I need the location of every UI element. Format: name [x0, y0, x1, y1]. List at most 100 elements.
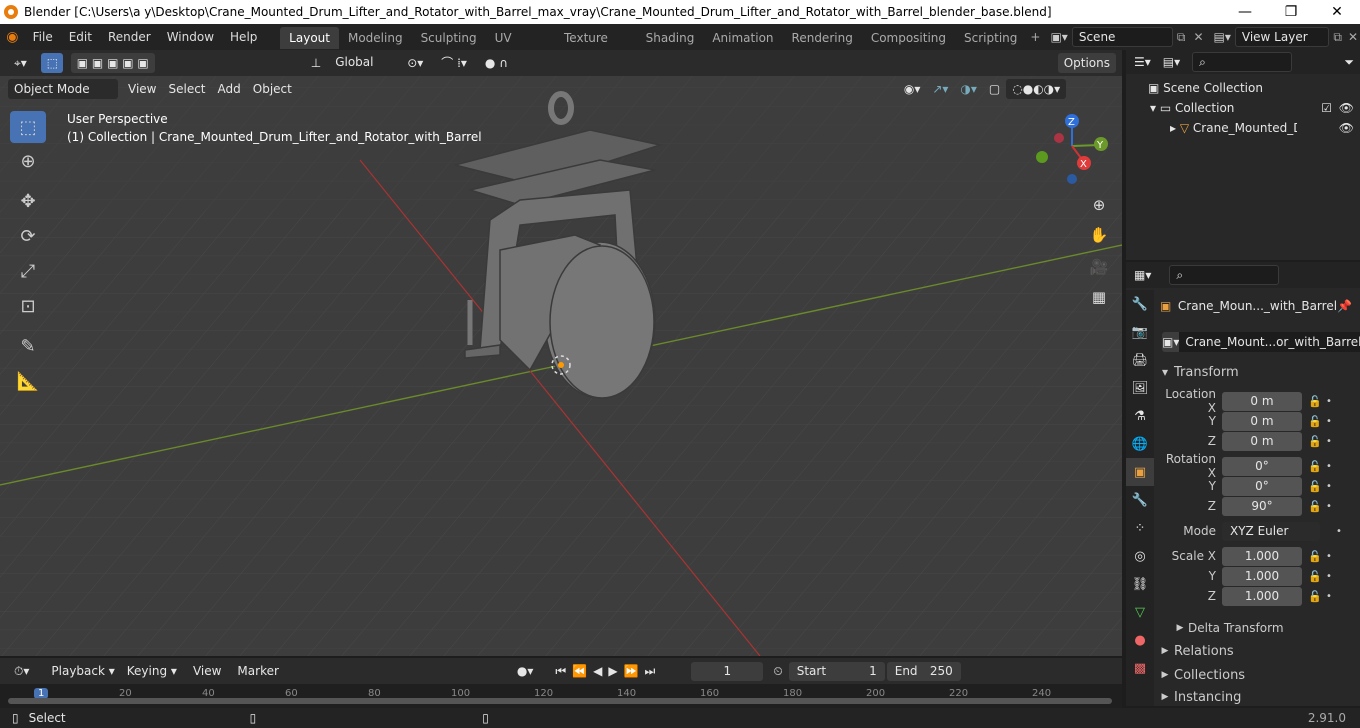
scene-field[interactable]: Scene — [1071, 27, 1173, 47]
transform-orientation-icon[interactable]: ⊥ — [304, 53, 328, 73]
options-dropdown[interactable]: Options — [1057, 53, 1116, 73]
keyframe-dot-icon[interactable]: • — [1324, 396, 1334, 407]
tool-tab-icon[interactable]: 🔧 — [1126, 290, 1154, 318]
minimize-button[interactable]: — — [1222, 4, 1268, 20]
constraints-tab-icon[interactable]: ⛓ — [1126, 570, 1154, 598]
shading-modes-icon[interactable]: ◌●◐◑▾ — [1006, 79, 1067, 99]
close-button[interactable]: ✕ — [1314, 4, 1360, 20]
selection-modes-icon[interactable]: ▣ ▣ ▣ ▣ ▣ — [70, 53, 155, 73]
location-x-field[interactable]: 0 m — [1222, 391, 1302, 411]
pan-hand-icon[interactable]: ✋ — [1086, 222, 1112, 248]
scale-z-field[interactable]: 1.000 — [1222, 586, 1302, 606]
display-mode-icon[interactable]: ▤▾ — [1163, 55, 1180, 69]
delete-view-layer-icon[interactable]: ✕ — [1346, 30, 1360, 44]
location-y-field[interactable]: 0 m — [1222, 411, 1302, 431]
pin-icon[interactable]: 📌 — [1337, 299, 1352, 313]
clock-icon[interactable]: ⏲ — [773, 664, 782, 679]
menu-edit[interactable]: Edit — [61, 24, 100, 50]
add-workspace-icon[interactable]: + — [1026, 30, 1044, 44]
tab-sculpting[interactable]: Sculpting — [412, 27, 486, 49]
modifier-tab-icon[interactable]: 🔧 — [1126, 486, 1154, 514]
scene-collection-row[interactable]: ▣ Scene Collection — [1148, 78, 1263, 98]
lock-icon[interactable]: 🔓 — [1306, 500, 1324, 513]
menu-window[interactable]: Window — [159, 24, 222, 50]
view-layer-icon[interactable]: ▤▾ — [1214, 30, 1231, 44]
select-box-tool-icon[interactable]: ⬚ — [10, 111, 46, 143]
view-layer-field[interactable]: View Layer — [1234, 27, 1330, 47]
lock-icon[interactable]: 🔓 — [1306, 550, 1324, 563]
delete-scene-icon[interactable]: ✕ — [1189, 30, 1207, 44]
marker-menu[interactable]: Marker — [231, 661, 284, 681]
3d-viewport[interactable]: Z Y X ⌖▾ ⬚ ▣ ▣ ▣ ▣ ▣ ⊥ Global ⊙▾ ⌒ ⁞▾ ● … — [0, 50, 1122, 656]
keyframe-dot-icon[interactable]: • — [1324, 481, 1334, 492]
scene-icon[interactable]: ▣▾ — [1050, 30, 1067, 44]
filter-icon[interactable]: ⏷ — [1344, 55, 1354, 70]
delta-transform-header[interactable]: ▶ Delta Transform — [1172, 617, 1360, 639]
data-tab-icon[interactable]: ▽ — [1126, 598, 1154, 626]
tab-scripting[interactable]: Scripting — [955, 27, 1026, 49]
lock-icon[interactable]: 🔓 — [1306, 480, 1324, 493]
blender-menu-icon[interactable]: ◉ — [0, 29, 25, 45]
properties-search-input[interactable]: ⌕ — [1169, 265, 1280, 285]
scene-tab-icon[interactable]: ⚗ — [1126, 402, 1154, 430]
object-row[interactable]: ▸ ▽ Crane_Mounted_Drui 👁 — [1170, 118, 1360, 138]
properties-editor-icon[interactable]: ▦▾ — [1134, 268, 1151, 282]
end-frame-field[interactable]: End 250 — [886, 661, 961, 681]
cursor-tool-icon[interactable]: ⊕ — [10, 145, 46, 177]
tab-animation[interactable]: Animation — [703, 27, 782, 49]
menu-render[interactable]: Render — [100, 24, 159, 50]
tab-texture-paint[interactable]: Texture Paint — [555, 27, 637, 67]
object-eye-icon[interactable]: 👁 — [1339, 118, 1354, 138]
object-data-name[interactable]: Crane_Mount...or_with_Barrel — [1179, 332, 1360, 352]
keyframe-dot-icon[interactable]: • — [1324, 416, 1334, 427]
world-tab-icon[interactable]: 🌐 — [1126, 430, 1154, 458]
object-browse-icon[interactable]: ▣▾ — [1162, 335, 1179, 349]
collection-row[interactable]: ▾ ▭ Collection ☑ 👁 — [1150, 98, 1360, 118]
rotation-mode-dropdown[interactable]: XYZ Euler — [1222, 521, 1320, 541]
object-mode-dropdown[interactable]: Object Mode — [8, 79, 118, 99]
timeline-scrollbar[interactable] — [8, 698, 1112, 704]
material-tab-icon[interactable]: ● — [1126, 626, 1154, 654]
scale-y-field[interactable]: 1.000 — [1222, 566, 1302, 586]
rotation-x-field[interactable]: 0° — [1222, 456, 1302, 476]
editor-type-icon[interactable]: ⌖▾ — [8, 53, 33, 73]
lock-icon[interactable]: 🔓 — [1306, 570, 1324, 583]
lock-icon[interactable]: 🔓 — [1306, 460, 1324, 473]
keyframe-dot-icon[interactable]: • — [1334, 526, 1344, 537]
keyframe-dot-icon[interactable]: • — [1324, 571, 1334, 582]
collapse-icon[interactable]: ▾ — [1150, 98, 1156, 118]
orientation-dropdown[interactable]: Global — [329, 53, 396, 73]
timeline-editor-icon[interactable]: ⏱▾ — [8, 661, 36, 681]
object-name-field[interactable]: Crane_Moun..._with_Barrel — [1178, 299, 1337, 313]
rotation-y-field[interactable]: 0° — [1222, 476, 1302, 496]
tab-compositing[interactable]: Compositing — [862, 27, 955, 49]
playback-menu[interactable]: Playback ▾ — [45, 661, 120, 681]
keyframe-dot-icon[interactable]: • — [1324, 436, 1334, 447]
move-tool-icon[interactable]: ✥ — [10, 185, 46, 217]
menu-file[interactable]: File — [25, 24, 61, 50]
start-frame-field[interactable]: Start 1 — [788, 661, 885, 681]
scale-x-field[interactable]: 1.000 — [1222, 546, 1302, 566]
render-tab-icon[interactable]: 📷 — [1126, 318, 1154, 346]
collection-checkbox[interactable]: ☑ — [1321, 98, 1332, 118]
transform-section-header[interactable]: ▾ Transform — [1156, 361, 1360, 383]
collection-eye-icon[interactable]: 👁 — [1339, 98, 1354, 118]
keyframe-dot-icon[interactable]: • — [1324, 551, 1334, 562]
timeline-scrubber[interactable]: 1 20 40 60 80 100 120 140 160 180 200 220 240 — [0, 684, 1122, 708]
output-tab-icon[interactable]: 🖨 — [1126, 346, 1154, 374]
particles-tab-icon[interactable]: ⁘ — [1126, 514, 1154, 542]
menu-select[interactable]: Select — [162, 79, 211, 99]
pivot-icon[interactable]: ⊙▾ — [401, 53, 430, 73]
camera-icon[interactable]: 🎥 — [1086, 254, 1112, 280]
select-tool-icon[interactable]: ⬚ — [40, 53, 63, 73]
tab-layout[interactable]: Layout — [280, 27, 339, 49]
location-z-field[interactable]: 0 m — [1222, 431, 1302, 451]
menu-object[interactable]: Object — [247, 79, 298, 99]
rotate-tool-icon[interactable]: ⟳ — [10, 220, 46, 252]
outliner-editor-icon[interactable]: ☰▾ — [1134, 55, 1151, 69]
keyframe-dot-icon[interactable]: • — [1324, 591, 1334, 602]
current-frame-field[interactable]: 1 — [691, 661, 764, 681]
ortho-grid-icon[interactable]: ▦ — [1086, 284, 1112, 310]
keyframe-dot-icon[interactable]: • — [1324, 461, 1334, 472]
lock-icon[interactable]: 🔓 — [1306, 415, 1324, 428]
